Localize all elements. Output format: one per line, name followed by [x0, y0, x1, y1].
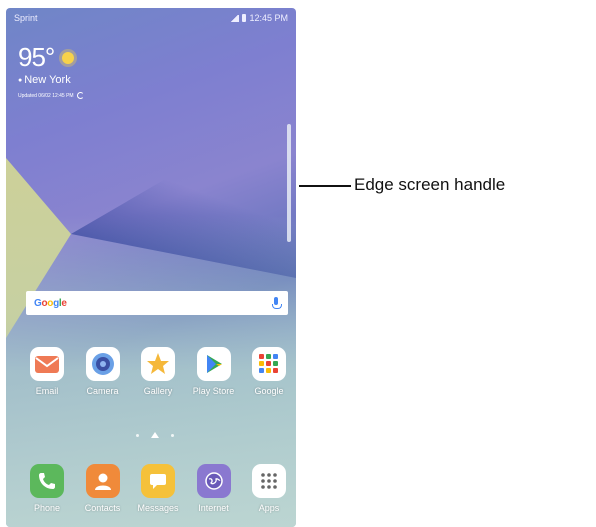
app-google-folder[interactable]: Google — [242, 347, 296, 396]
phone-screen: Sprint 12:45 PM 95° ● New York Updated 0… — [6, 8, 296, 527]
dock: Phone Contacts Messages Internet Apps — [20, 464, 296, 513]
email-icon — [30, 347, 64, 381]
gallery-icon — [141, 347, 175, 381]
clock: 12:45 PM — [249, 13, 288, 23]
internet-icon — [196, 464, 231, 498]
camera-icon — [85, 347, 120, 381]
refresh-icon[interactable] — [76, 92, 84, 99]
carrier-label: Sprint — [14, 13, 38, 23]
home-page-icon — [151, 432, 159, 438]
app-label: Messages — [137, 503, 179, 513]
app-label: Email — [35, 386, 59, 396]
app-camera[interactable]: Camera — [76, 347, 130, 396]
play-store-icon — [196, 347, 231, 381]
updated-time: Updated 06/02 12:45 PM — [18, 92, 74, 99]
apps-grid-icon — [252, 464, 286, 498]
home-app-row: Email Camera Gallery Play Store Google — [20, 347, 296, 396]
callout-line — [299, 185, 351, 187]
battery-icon — [242, 14, 247, 22]
app-play-store[interactable]: Play Store — [187, 347, 241, 396]
temperature: 95° — [18, 42, 55, 72]
app-label: Phone — [33, 503, 61, 513]
microphone-icon[interactable] — [272, 297, 282, 309]
sunny-icon — [62, 51, 75, 64]
app-gallery[interactable]: Gallery — [131, 347, 185, 396]
app-label: Internet — [198, 503, 229, 513]
app-label: Contacts — [84, 503, 121, 513]
callout-label: Edge screen handle — [354, 175, 506, 194]
location-pin-icon: ● — [18, 76, 23, 84]
messages-icon — [141, 464, 175, 498]
signal-icon — [230, 14, 240, 22]
contacts-icon — [85, 464, 120, 498]
app-email[interactable]: Email — [20, 347, 74, 396]
phone-icon — [30, 464, 64, 498]
app-label: Play Store — [192, 386, 235, 396]
app-messages[interactable]: Messages — [131, 464, 185, 513]
app-contacts[interactable]: Contacts — [76, 464, 130, 513]
google-logo: Google — [34, 297, 67, 309]
page-dot — [171, 433, 174, 437]
app-phone[interactable]: Phone — [20, 464, 74, 513]
page-dot — [136, 433, 139, 437]
status-bar: Sprint 12:45 PM — [6, 8, 296, 26]
app-label: Camera — [86, 386, 119, 396]
app-label: Apps — [258, 503, 280, 513]
app-internet[interactable]: Internet — [187, 464, 241, 513]
app-label: Gallery — [143, 386, 173, 396]
edge-screen-handle[interactable] — [287, 124, 291, 242]
city-name: New York — [24, 74, 71, 86]
google-folder-icon — [252, 347, 286, 381]
app-label: Google — [254, 386, 284, 396]
page-indicator[interactable] — [136, 432, 174, 438]
app-apps-drawer[interactable]: Apps — [242, 464, 296, 513]
weather-widget[interactable]: 95° ● New York Updated 06/02 12:45 PM — [18, 42, 84, 99]
google-search-bar[interactable]: Google — [26, 291, 288, 315]
